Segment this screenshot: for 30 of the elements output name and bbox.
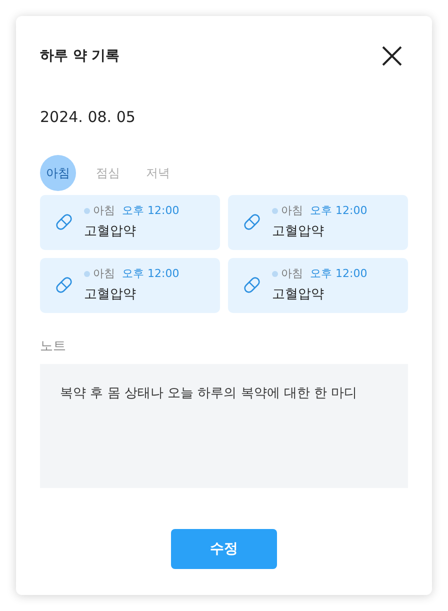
time-text: 오후 12:00 [122, 266, 180, 282]
time-text: 오후 12:00 [310, 266, 368, 282]
date-text: 2024. 08. 05 [40, 107, 136, 128]
medication-name: 고혈압약 [84, 222, 137, 240]
dialog-title: 하루 약 기록 [40, 46, 120, 66]
medication-card[interactable]: 아침 오후 12:00 고혈압약 [228, 194, 408, 250]
period-text: 아침 [281, 266, 303, 282]
period-text: 아침 [93, 266, 115, 282]
pill-icon [242, 212, 262, 232]
medication-name: 고혈압약 [84, 286, 137, 304]
period-text: 아침 [281, 203, 303, 219]
medication-card[interactable]: 아침 오후 12:00 고혈압약 [40, 258, 220, 312]
pill-icon [54, 275, 74, 295]
pill-icon [242, 275, 262, 295]
medication-name: 고혈압약 [272, 222, 325, 240]
close-icon[interactable] [382, 46, 402, 66]
time-text: 오후 12:00 [310, 203, 368, 219]
status-dot [272, 208, 278, 214]
note-label: 노트 [40, 338, 66, 356]
status-dot [84, 208, 90, 214]
status-dot [84, 271, 90, 278]
status-dot [272, 271, 278, 278]
pill-icon [54, 212, 74, 232]
time-text: 오후 12:00 [122, 203, 180, 219]
period-text: 아침 [93, 203, 115, 219]
medication-card[interactable]: 아침 오후 12:00 고혈압약 [228, 258, 408, 312]
note-field[interactable]: 복약 후 몸 상태나 오늘 하루의 복약에 대한 한 마디 [40, 364, 408, 488]
tab[interactable]: 아침 [40, 154, 76, 190]
medication-card[interactable]: 아침 오후 12:00 고혈압약 [40, 194, 220, 250]
medication-name: 고혈압약 [272, 286, 325, 304]
